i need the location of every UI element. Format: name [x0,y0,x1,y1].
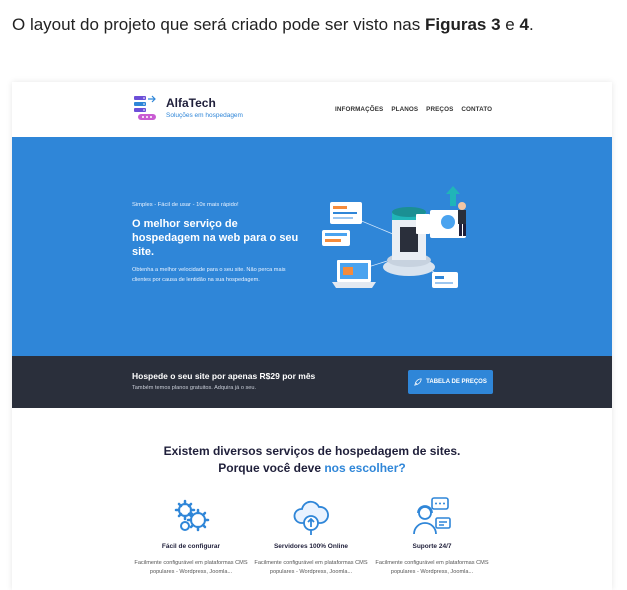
server-network-illustration [322,186,466,288]
brand-tagline: Soluções em hospedagem [166,112,243,119]
nav-informacoes[interactable]: INFORMAÇÕES [335,106,383,113]
intro-text-3: . [528,15,534,34]
feature-title: Suporte 24/7 [412,543,452,550]
support-agent-icon [413,497,451,535]
price-table-button[interactable]: TABELA DE PREÇOS [408,370,493,394]
website-mockup: AlfaTech Soluções em hospedagem INFORMAÇ… [12,82,612,590]
feature-description: Facilmente configurável em plataformas C… [134,560,248,575]
price-table-button-label: TABELA DE PREÇOS [426,379,487,385]
site-header: AlfaTech Soluções em hospedagem INFORMAÇ… [12,82,612,137]
intro-text-1: O layout do projeto que será criado pode… [12,15,425,34]
nav-planos[interactable]: PLANOS [391,106,418,113]
intro-text-2: e [500,15,520,34]
intro-sentence: O layout do projeto que será criado pode… [12,15,534,35]
why-heading-line2: Porque você deve nos escolher? [12,461,612,475]
feature-online-servers: Servidores 100% Online Facilmente config… [251,496,371,577]
pricing-banner-subtitle: Também temos planos gratuitos. Adquira j… [132,385,257,391]
brand-name[interactable]: AlfaTech [166,96,216,110]
feature-title: Servidores 100% Online [273,543,349,550]
cloud-upload-icon [293,500,329,535]
hero-section: Simples - Fácil de usar - 10x mais rápid… [12,137,612,356]
feature-title: Fácil de configurar [161,543,221,550]
nav-precos[interactable]: PREÇOS [426,106,453,113]
main-nav: INFORMAÇÕES PLANOS PREÇOS CONTATO [335,106,492,113]
why-heading-prefix: Porque você deve [218,461,325,475]
hero-description: Obtenha a melhor velocidade para o seu s… [132,267,286,283]
feature-description: Facilmente configurável em plataformas C… [375,560,489,575]
hero-title: O melhor serviço de hospedagem na web pa… [132,218,299,258]
why-heading-line1: Existem diversos serviços de hospedagem … [163,444,461,458]
feature-easy-config: Fácil de configurar Facilmente configurá… [131,496,251,577]
gears-icon [174,499,210,532]
rocket-icon [414,378,422,386]
server-logo-icon[interactable] [132,93,162,123]
nav-contato[interactable]: CONTATO [461,106,492,113]
intro-figure-4: 4 [519,15,529,34]
intro-figure-3: Figuras 3 [424,15,501,34]
feature-description: Facilmente configurável em plataformas C… [254,560,368,575]
feature-support: Suporte 24/7 Facilmente configurável em … [372,496,492,577]
pricing-banner: Hospede o seu site por apenas R$29 por m… [12,356,612,408]
hero-kicker: Simples - Fácil de usar - 10x mais rápid… [132,202,239,208]
why-heading-highlight: nos escolher? [324,461,406,475]
pricing-banner-title: Hospede o seu site por apenas R$29 por m… [132,371,316,381]
